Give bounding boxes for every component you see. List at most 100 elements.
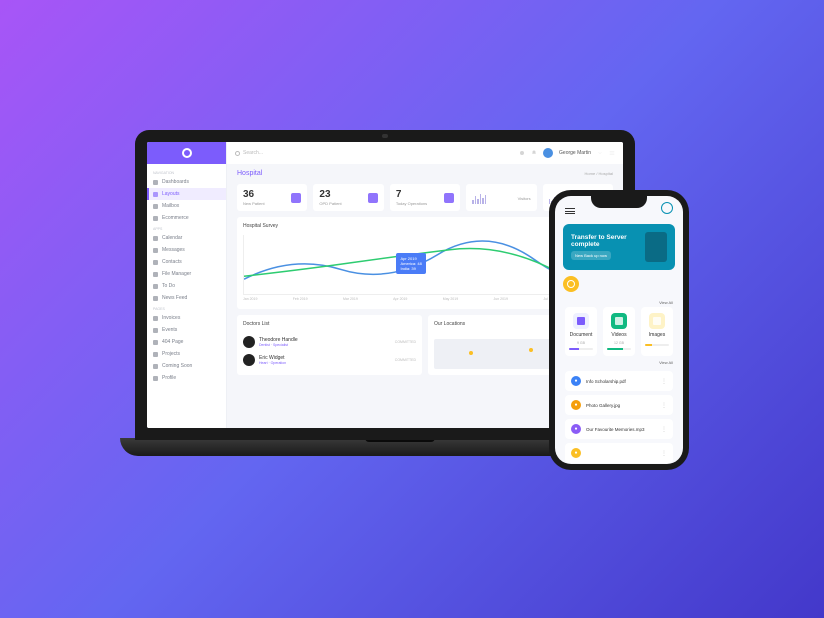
progress-bar: [607, 348, 631, 350]
file-item[interactable]: ● Photo Gallery.jpg ⋮: [565, 395, 673, 415]
logo[interactable]: [147, 142, 226, 164]
sidebar-item-messages[interactable]: Messages: [147, 244, 226, 256]
doctors-card: Doctors List Theodore HandleDentist · Sp…: [237, 315, 422, 375]
bell-icon[interactable]: [531, 150, 537, 156]
banner-title: Transfer to Server complete: [571, 234, 645, 248]
logo-mark-icon: [182, 148, 192, 158]
breadcrumb-home[interactable]: Home: [585, 171, 596, 176]
sidebar-item-invoices[interactable]: Invoices: [147, 312, 226, 324]
progress-bar: [645, 344, 669, 346]
file-item[interactable]: ● ⋮: [565, 443, 673, 463]
menu-icon[interactable]: [565, 208, 575, 214]
file-item[interactable]: ● Our Favourite Memories.mp3 ⋮: [565, 419, 673, 439]
chevron-down-icon[interactable]: [597, 150, 603, 156]
nav-label: Calendar: [162, 235, 182, 241]
doctor-row[interactable]: Theodore HandleDentist · Specialist COMM…: [243, 333, 416, 351]
nav-group-label: Pages: [147, 304, 226, 312]
x-tick: Jun 2019: [494, 297, 508, 301]
more-icon[interactable]: ⋮: [661, 450, 667, 457]
nav-label: News Feed: [162, 295, 187, 301]
stat-label: Today Operations: [396, 201, 427, 206]
banner-card[interactable]: Transfer to Server complete New Back up …: [563, 224, 675, 270]
cart-icon: [153, 216, 158, 221]
file-item[interactable]: ● Info Scholarship.pdf ⋮: [565, 371, 673, 391]
user-icon: [153, 376, 158, 381]
sidebar: Navigation Dashboards Layouts Mailbox Ec…: [147, 142, 227, 428]
image-file-icon: ●: [571, 400, 581, 410]
banner-button[interactable]: New Back up now: [571, 251, 611, 260]
file-name: Our Favourite Memories.mp3: [586, 427, 645, 432]
avatar[interactable]: [543, 148, 553, 158]
file-name: Info Scholarship.pdf: [586, 379, 626, 384]
nav-group-label: Navigation: [147, 168, 226, 176]
tooltip-line: India: 39: [400, 266, 421, 271]
doctors-title: Doctors List: [243, 321, 416, 327]
doctor-role: Dentist · Specialist: [259, 343, 298, 347]
stat-label: Visitors: [518, 196, 531, 201]
category-name: Images: [649, 332, 665, 338]
nav-label: Contacts: [162, 259, 182, 265]
x-tick: Feb 2019: [293, 297, 308, 301]
map-pin-icon: [529, 348, 533, 352]
sidebar-item-comingsoon[interactable]: Coming Soon: [147, 360, 226, 372]
more-icon[interactable]: ⋮: [661, 378, 667, 385]
event-icon: [153, 328, 158, 333]
more-icon[interactable]: ⋮: [661, 402, 667, 409]
opd-icon: [368, 193, 378, 203]
sidebar-item-newsfeed[interactable]: News Feed: [147, 292, 226, 304]
nav-label: Invoices: [162, 315, 180, 321]
search-input[interactable]: Search...: [235, 150, 513, 156]
breadcrumb-path: Home / Hospital: [585, 171, 613, 176]
status-badge: COMMITTED: [395, 358, 416, 362]
sidebar-item-filemanager[interactable]: File Manager: [147, 268, 226, 280]
avatar: [243, 336, 255, 348]
stat-visitors[interactable]: Visitors: [466, 184, 536, 211]
sparkline-icon: [472, 192, 486, 204]
locations-title: Our Locations: [434, 321, 465, 327]
stat-opd[interactable]: 23OPD Patient: [313, 184, 383, 211]
contacts-icon: [153, 260, 158, 265]
check-icon: [153, 284, 158, 289]
stat-new-patient[interactable]: 36New Patient: [237, 184, 307, 211]
category-name: Document: [570, 332, 593, 338]
categories-header: View All: [555, 296, 683, 307]
avatar[interactable]: [661, 202, 673, 214]
category-document[interactable]: Document 9 GB: [565, 307, 597, 356]
settings-icon[interactable]: [519, 150, 525, 156]
nav-label: 404 Page: [162, 339, 183, 345]
menu-icon[interactable]: [609, 150, 615, 156]
more-icon[interactable]: ⋮: [661, 426, 667, 433]
nav-label: Coming Soon: [162, 363, 192, 369]
sidebar-item-dashboards[interactable]: Dashboards: [147, 176, 226, 188]
view-all-link[interactable]: View All: [659, 300, 673, 305]
category-images[interactable]: Images: [641, 307, 673, 356]
phone-search[interactable]: [563, 276, 675, 292]
invoice-icon: [153, 316, 158, 321]
search-placeholder: Search...: [243, 150, 263, 156]
video-icon: [611, 313, 627, 329]
sidebar-item-ecommerce[interactable]: Ecommerce: [147, 212, 226, 224]
nav: Navigation Dashboards Layouts Mailbox Ec…: [147, 164, 226, 388]
layouts-icon: [153, 192, 158, 197]
sidebar-item-projects[interactable]: Projects: [147, 348, 226, 360]
category-videos[interactable]: Videos 12 GB: [603, 307, 635, 356]
phone-notch-icon: [591, 196, 647, 208]
stat-value: 36: [243, 189, 265, 200]
doctor-row[interactable]: Eric WidgetHeart · Operation COMMITTED: [243, 351, 416, 369]
sidebar-item-events[interactable]: Events: [147, 324, 226, 336]
sidebar-item-404[interactable]: 404 Page: [147, 336, 226, 348]
sidebar-item-layouts[interactable]: Layouts: [147, 188, 226, 200]
image-icon: [649, 313, 665, 329]
sidebar-item-profile[interactable]: Profile: [147, 372, 226, 384]
sidebar-item-mailbox[interactable]: Mailbox: [147, 200, 226, 212]
view-all-link[interactable]: View All: [659, 360, 673, 365]
stat-operations[interactable]: 7Today Operations: [390, 184, 460, 211]
search-icon: [563, 276, 579, 292]
doctor-role: Heart · Operation: [259, 361, 286, 365]
sidebar-item-calendar[interactable]: Calendar: [147, 232, 226, 244]
sidebar-item-contacts[interactable]: Contacts: [147, 256, 226, 268]
nav-label: Ecommerce: [162, 215, 189, 221]
nav-group-label: Apps: [147, 224, 226, 232]
category-size: 9 GB: [577, 341, 585, 345]
sidebar-item-todo[interactable]: To Do: [147, 280, 226, 292]
